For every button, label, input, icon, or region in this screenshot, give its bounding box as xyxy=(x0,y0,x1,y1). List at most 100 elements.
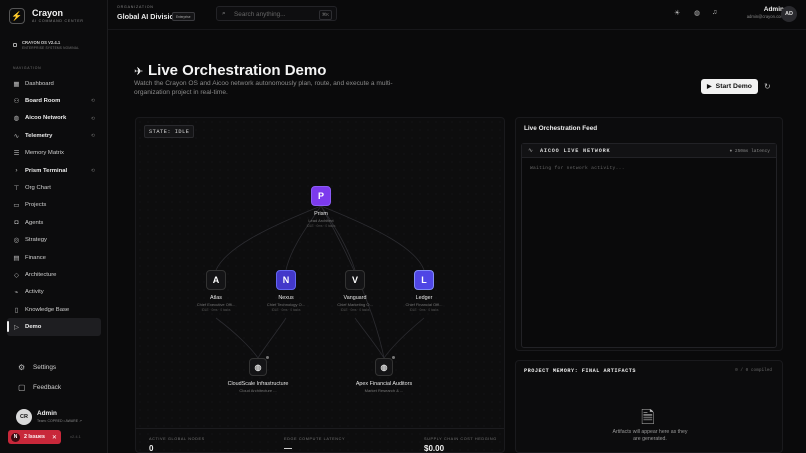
brand[interactable]: ⚡ Crayon AI COMMAND CENTER xyxy=(9,8,83,24)
node-apex[interactable]: ◍ Apex Financial Auditors Market Researc… xyxy=(349,355,419,393)
sidebar-item-label: Telemetry xyxy=(25,132,53,139)
sidebar-item-label: Dashboard xyxy=(25,80,54,87)
sun-icon[interactable]: ☀ xyxy=(674,9,680,17)
agent-meta: IDLE · 0ms · 0 tasks xyxy=(306,224,336,228)
status-dot xyxy=(265,355,270,360)
globe-icon: ◍ xyxy=(249,355,270,376)
state-badge: STATE: IDLE xyxy=(144,125,195,138)
sidebar-item-prism-terminal[interactable]: › Prism Terminal ⟲ xyxy=(7,162,101,179)
sidebar-item-telemetry[interactable]: ∿ Telemetry ⟲ xyxy=(7,127,101,144)
message-icon: ▢ xyxy=(18,382,26,392)
status-dot xyxy=(391,355,396,360)
reset-icon[interactable]: ↻ xyxy=(764,82,771,91)
pin-icon[interactable]: ⟲ xyxy=(91,168,95,174)
sidebar-item-strategy[interactable]: ◎ Strategy xyxy=(7,232,101,249)
sidebar-item-label: Aicoo Network xyxy=(25,115,67,122)
sidebar-item-activity[interactable]: ⌁ Activity xyxy=(7,284,101,301)
sidebar-item-label: Activity xyxy=(25,289,44,296)
stat-latency: EDGE COMPUTE LATENCY — xyxy=(284,437,346,453)
agent-name: Prism xyxy=(314,211,328,217)
edge-nexus-cloud xyxy=(257,317,287,359)
pin-icon[interactable]: ⟲ xyxy=(91,116,95,122)
agent-avatar: A xyxy=(206,270,226,290)
issues-badge[interactable]: N 2 Issues ✕ xyxy=(8,430,61,444)
avatar: CR xyxy=(16,409,32,425)
network-terminal[interactable]: ∿ AICOO LIVE NETWORK ● 250ms latency Wai… xyxy=(521,143,777,348)
stat-label: EDGE COMPUTE LATENCY xyxy=(284,437,346,441)
sidebar-item-dashboard[interactable]: ▦ Dashboard xyxy=(7,75,101,92)
feedback-button[interactable]: ▢ Feedback xyxy=(7,377,101,397)
stat-value: — xyxy=(284,444,292,453)
nav-heading: NAVIGATION xyxy=(13,66,42,70)
agent-role: Lead Architect xyxy=(308,218,334,223)
sidebar-item-demo[interactable]: ▷ Demo xyxy=(7,318,101,336)
sidebar-item-label: Prism Terminal xyxy=(25,167,68,174)
system-status: ENTERPRISE SYSTEMS NOMINAL xyxy=(22,46,80,50)
node-prism[interactable]: P Prism Lead Architect IDLE · 0ms · 0 ta… xyxy=(286,186,356,228)
node-ledger[interactable]: L Ledger Chief Financial Offi... IDLE · … xyxy=(389,270,459,312)
sidebar-item-memory-matrix[interactable]: ☰ Memory Matrix xyxy=(7,145,101,162)
start-demo-button[interactable]: ▶ Start Demo xyxy=(701,79,758,94)
sidebar-item-architecture[interactable]: ◇ Architecture xyxy=(7,266,101,283)
agent-name: Atlas xyxy=(210,295,222,301)
agent-role: Chief Financial Offi... xyxy=(405,302,443,307)
node-nexus[interactable]: N Nexus Chief Technology O... IDLE · 0ms… xyxy=(251,270,321,312)
page-title: Live Orchestration Demo xyxy=(148,62,327,79)
sidebar-item-label: Org Chart xyxy=(25,185,51,192)
agent-meta: IDLE · 0ms · 0 tasks xyxy=(340,308,370,312)
version-label: CRAYON OS V2.4.1 xyxy=(22,40,61,45)
search-icon: ⌕ xyxy=(222,10,226,17)
settings-button[interactable]: ⚙ Settings xyxy=(7,357,101,377)
bot-icon: ◘ xyxy=(14,219,19,227)
sidebar-item-aicoo-network[interactable]: ◍ Aicoo Network ⟲ xyxy=(7,110,101,127)
pin-icon[interactable]: ⟲ xyxy=(91,98,95,104)
org-switcher[interactable]: Global AI Division xyxy=(117,12,178,21)
sidebar-item-board-room[interactable]: ⚇ Board Room ⟲ xyxy=(7,92,101,109)
sidebar-item-projects[interactable]: ▭ Projects xyxy=(7,197,101,214)
agent-avatar: L xyxy=(414,270,434,290)
close-icon[interactable]: ✕ xyxy=(52,434,57,441)
sidebar-item-agents[interactable]: ◘ Agents xyxy=(7,214,101,231)
sidebar-item-knowledge-base[interactable]: ▯ Knowledge Base xyxy=(7,301,101,318)
sidebar-item-label: Memory Matrix xyxy=(25,150,64,157)
bell-icon[interactable]: ♫ xyxy=(712,9,717,16)
bolt-icon: ⚡ xyxy=(9,8,25,24)
search-bar[interactable]: ⌕ Search anything... ⌘K xyxy=(216,6,337,21)
search-input[interactable]: Search anything... xyxy=(234,11,286,18)
stat-cost-hedging: SUPPLY CHAIN COST HEDGING $0.00 xyxy=(424,437,497,453)
sidebar-item-label: Agents xyxy=(25,219,44,226)
terminal-title: AICOO LIVE NETWORK xyxy=(540,148,611,154)
start-demo-label: Start Demo xyxy=(715,83,752,90)
agent-meta: IDLE · 0ms · 0 tasks xyxy=(271,308,301,312)
sidebar-item-label: Strategy xyxy=(25,237,47,244)
node-atlas[interactable]: A Atlas Chief Executive Offi... IDLE · 0… xyxy=(181,270,251,312)
stat-label: ACTIVE GLOBAL NODES xyxy=(149,437,205,441)
sidebar-item-label: Finance xyxy=(25,254,46,261)
edge-vanguard-apex xyxy=(354,317,385,359)
activity-icon: ∿ xyxy=(528,147,534,154)
users-icon: ⚇ xyxy=(13,98,20,106)
plan-badge: Enterprise xyxy=(172,12,195,21)
org-icon: ⊤ xyxy=(13,185,20,193)
stat-value: $0.00 xyxy=(424,444,445,453)
sidebar-item-finance[interactable]: ▤ Finance xyxy=(7,249,101,266)
agent-name: Ledger xyxy=(415,295,433,301)
terminal-icon: › xyxy=(15,167,18,175)
pin-icon[interactable]: ⟲ xyxy=(91,133,95,139)
build-version: v2.4.1 xyxy=(70,434,81,439)
sidebar-item-label: Board Room xyxy=(25,98,61,105)
agent-role: Chief Executive Offi... xyxy=(196,302,236,307)
sidebar-item-label: Demo xyxy=(25,324,42,331)
globe-icon[interactable]: ◍ xyxy=(694,9,700,17)
edge-ledger-apex xyxy=(383,317,425,359)
node-vanguard[interactable]: V Vanguard Chief Marketing O... IDLE · 0… xyxy=(320,270,390,312)
org-label: ORGANIZATION xyxy=(117,5,154,9)
node-cloudscale[interactable]: ◍ CloudScale Infrastructure Cloud Archit… xyxy=(223,355,293,393)
orchestration-canvas[interactable]: STATE: IDLE P Prism Lead Architect IDLE … xyxy=(135,117,505,453)
avatar[interactable]: AD xyxy=(781,6,797,22)
activity-icon: ∿ xyxy=(13,132,20,140)
feed-title: Live Orchestration Feed xyxy=(524,125,598,132)
issues-icon: N xyxy=(11,432,20,442)
sidebar-item-label: Knowledge Base xyxy=(25,306,70,313)
sidebar-item-org-chart[interactable]: ⊤ Org Chart xyxy=(7,179,101,196)
